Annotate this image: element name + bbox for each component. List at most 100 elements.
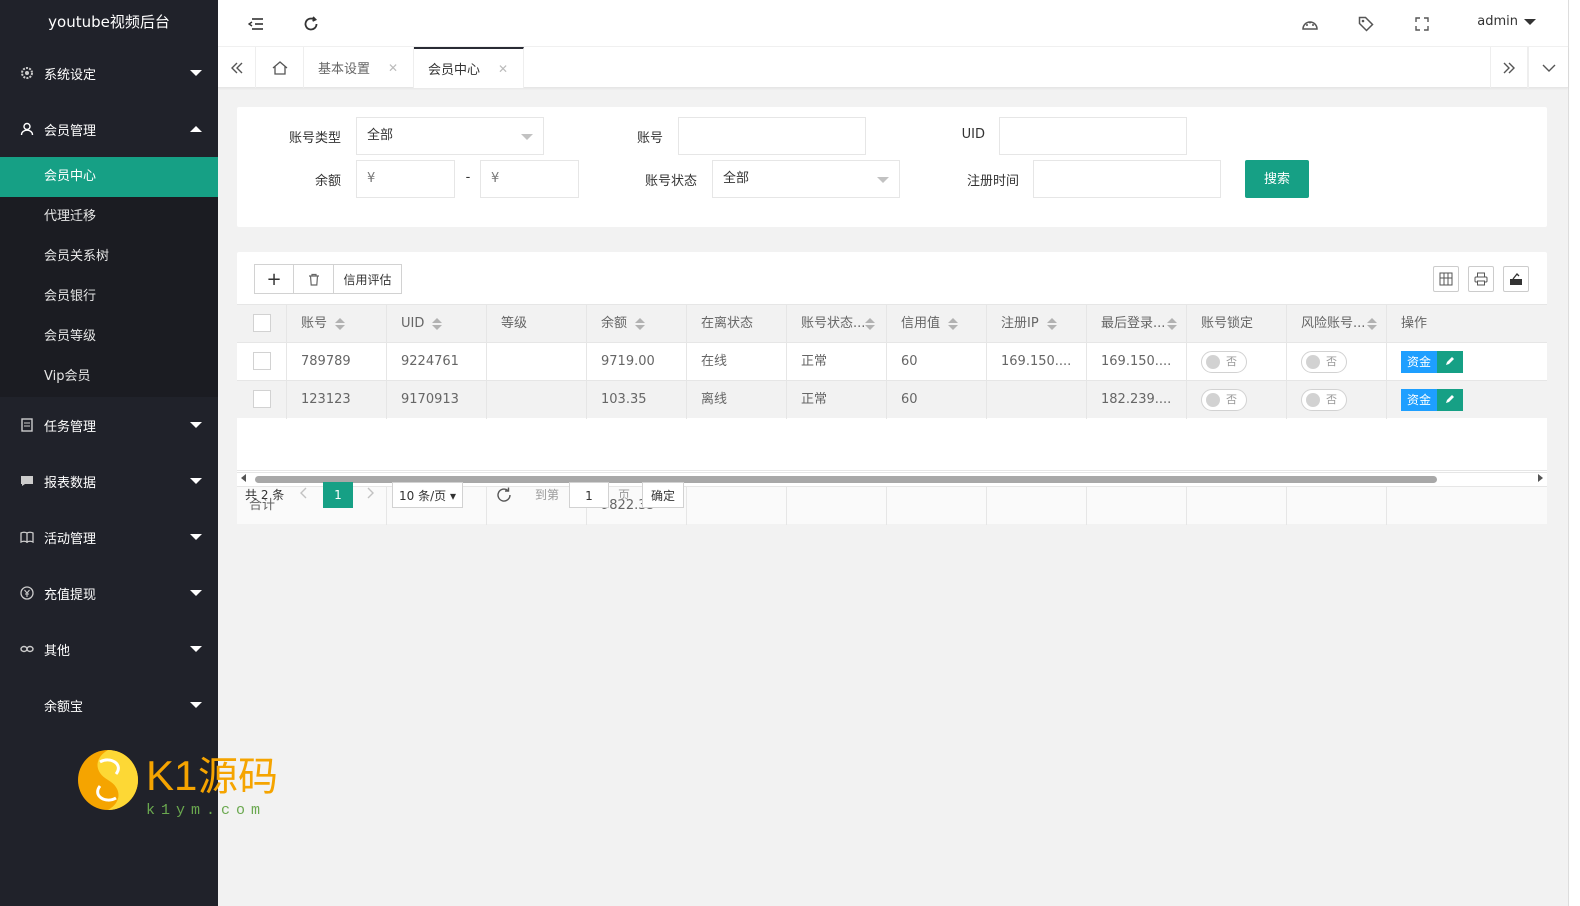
total-count: 共 2 条	[245, 488, 285, 502]
chevron-down-icon	[190, 422, 202, 428]
sidebar-subitem-vip[interactable]: Vip会员	[0, 357, 218, 397]
sidebar-item-member-management[interactable]: 会员管理	[0, 101, 218, 157]
user-menu[interactable]: admin	[1477, 14, 1536, 29]
add-button[interactable]: +	[254, 264, 294, 294]
risk-toggle[interactable]: 否	[1301, 350, 1347, 373]
col-balance[interactable]: 余额	[587, 305, 687, 343]
goto-confirm-button[interactable]: 确定	[642, 482, 685, 508]
cell-balance: 103.35	[587, 381, 687, 419]
theme-icon[interactable]	[1300, 14, 1320, 34]
cell-lock: 否	[1187, 381, 1287, 419]
page-1-button[interactable]: 1	[323, 482, 353, 508]
lock-toggle[interactable]: 否	[1201, 350, 1247, 373]
sidebar-item-yuebao[interactable]: 余额宝	[0, 677, 218, 733]
export-icon[interactable]	[1503, 266, 1529, 292]
col-risk[interactable]: 风险账号...	[1287, 305, 1387, 343]
sidebar-subitem-member-bank[interactable]: 会员银行	[0, 277, 218, 317]
user-name: admin	[1477, 14, 1518, 29]
sidebar-item-system-settings[interactable]: 系统设定	[0, 45, 218, 101]
sidebar-subitem-relation-tree[interactable]: 会员关系树	[0, 237, 218, 277]
col-uid[interactable]: UID	[387, 305, 487, 343]
edit-button[interactable]	[1437, 350, 1464, 373]
sort-icon	[865, 317, 876, 330]
print-icon[interactable]	[1468, 266, 1494, 292]
page-size-select[interactable]: 10 条/页 ▾	[392, 482, 463, 508]
chevron-down-icon	[190, 702, 202, 708]
window-scrollbar[interactable]	[1568, 0, 1580, 906]
sidebar-subitem-agent-migration[interactable]: 代理迁移	[0, 197, 218, 237]
sidebar-item-label: 系统设定	[44, 67, 97, 83]
account-input[interactable]	[678, 117, 866, 155]
sidebar-item-recharge-withdraw[interactable]: 充值提现	[0, 565, 218, 621]
close-icon[interactable]: ✕	[388, 61, 398, 75]
credit-evaluate-button[interactable]: 信用评估	[333, 264, 402, 294]
tab-label: 基本设置	[318, 62, 371, 77]
pager-refresh-icon[interactable]	[495, 482, 513, 508]
col-credit[interactable]: 信用值	[887, 305, 987, 343]
sidebar-item-label: 会员管理	[44, 123, 97, 139]
cell-reg-ip	[987, 381, 1087, 419]
tabs-scroll-left-icon[interactable]	[218, 47, 256, 88]
tabs-menu-chevron-down-icon[interactable]	[1528, 47, 1568, 88]
svg-text:源码: 源码	[198, 754, 278, 800]
menu-collapse-icon[interactable]	[246, 14, 266, 34]
account-status-select[interactable]: 全部	[712, 160, 900, 198]
sidebar-subitem-member-center[interactable]: 会员中心	[0, 157, 218, 197]
app-logo: youtube视频后台	[48, 13, 170, 31]
next-page-icon[interactable]	[367, 482, 375, 508]
reg-time-input[interactable]	[1033, 160, 1221, 198]
goto-page-input[interactable]: 1	[569, 482, 609, 508]
tabs-scroll-right-icon[interactable]	[1490, 47, 1528, 88]
sidebar-item-label: 任务管理	[44, 419, 97, 435]
uid-input[interactable]	[999, 117, 1187, 155]
cell-risk: 否	[1287, 381, 1387, 419]
link-icon	[18, 645, 36, 653]
lock-toggle[interactable]: 否	[1201, 388, 1247, 411]
search-button[interactable]: 搜索	[1245, 160, 1309, 198]
fund-button[interactable]: 资金	[1401, 350, 1438, 373]
tab-member-center[interactable]: 会员中心 ✕	[414, 47, 524, 88]
table-row: 789789 9224761 9719.00 在线 正常 60 169.150.…	[237, 342, 1547, 381]
tag-icon[interactable]	[1356, 14, 1376, 34]
balance-min-input[interactable]: ¥	[356, 160, 455, 198]
chevron-down-icon	[190, 646, 202, 652]
cell-online: 离线	[687, 381, 787, 419]
columns-icon[interactable]	[1433, 266, 1459, 292]
sidebar-item-label: 余额宝	[44, 699, 84, 715]
sidebar-item-label: 报表数据	[44, 475, 97, 491]
tab-basic-settings[interactable]: 基本设置 ✕	[304, 47, 414, 88]
account-type-select[interactable]: 全部	[356, 117, 544, 155]
select-all-checkbox[interactable]	[237, 305, 287, 343]
row-checkbox[interactable]	[237, 343, 287, 381]
sort-icon	[635, 317, 646, 330]
close-icon[interactable]: ✕	[498, 62, 508, 76]
refresh-icon[interactable]	[301, 14, 321, 34]
row-checkbox[interactable]	[237, 381, 287, 419]
col-last-login[interactable]: 最后登录...	[1087, 305, 1187, 343]
fund-button[interactable]: 资金	[1401, 388, 1438, 411]
select-arrow-icon	[877, 177, 889, 183]
sidebar-item-activities[interactable]: 活动管理	[0, 509, 218, 565]
risk-toggle[interactable]: 否	[1301, 388, 1347, 411]
sidebar-item-reports[interactable]: 报表数据	[0, 453, 218, 509]
balance-max-input[interactable]: ¥	[480, 160, 579, 198]
home-icon[interactable]	[256, 47, 304, 88]
col-account[interactable]: 账号	[287, 305, 387, 343]
edit-button[interactable]	[1437, 388, 1464, 411]
delete-button[interactable]	[293, 264, 334, 294]
col-reg-ip[interactable]: 注册IP	[987, 305, 1087, 343]
plus-icon: +	[266, 268, 282, 290]
prev-page-icon[interactable]	[299, 482, 307, 508]
table-header-row: 账号 UID 等级 余额 在离状态 账号状态... 信用值 注册IP 最后登录.…	[237, 304, 1547, 343]
fullscreen-icon[interactable]	[1412, 14, 1432, 34]
pencil-icon	[1446, 356, 1455, 365]
col-account-status[interactable]: 账号状态...	[787, 305, 887, 343]
user-icon	[18, 122, 36, 136]
cell-account: 789789	[287, 343, 387, 381]
caret-down-icon	[1524, 18, 1536, 25]
sidebar-subitem-member-level[interactable]: 会员等级	[0, 317, 218, 357]
top-header: admin	[218, 0, 1580, 47]
sidebar-item-other[interactable]: 其他	[0, 621, 218, 677]
sidebar-item-task-management[interactable]: 任务管理	[0, 397, 218, 453]
goto-label: 到第	[535, 488, 560, 502]
